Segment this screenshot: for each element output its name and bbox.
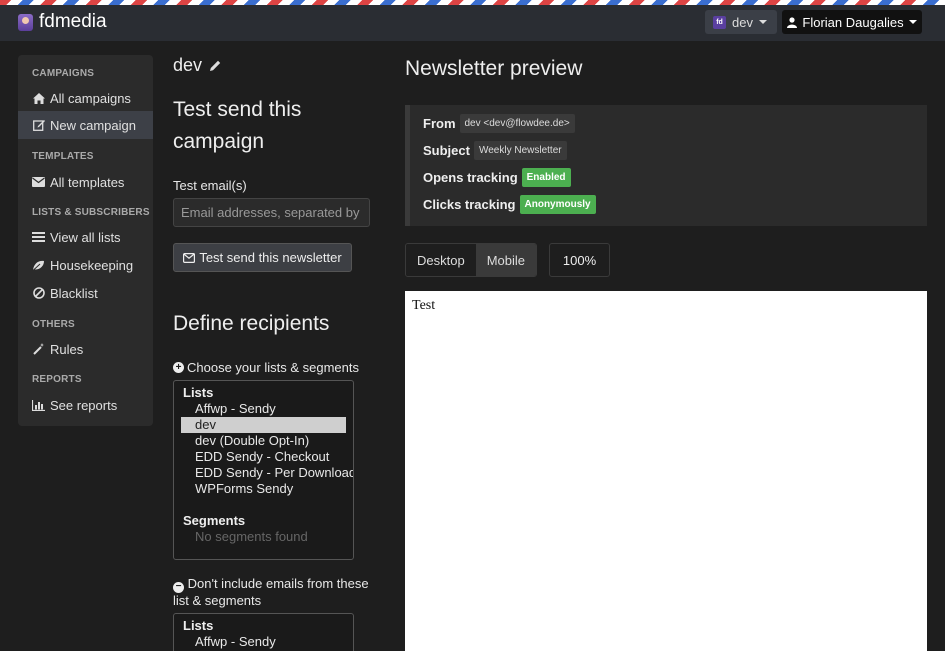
list-option-selected[interactable]: dev [181,417,346,433]
zoom-button[interactable]: 100% [549,243,610,277]
top-navbar: fdmedia fd dev Florian Daugalies [0,5,945,41]
brand-switch-dropdown[interactable]: fd dev [705,10,777,34]
exclude-lists-text: Don't include emails from these list & s… [173,576,369,608]
meta-from: From dev <dev@flowdee.de> [423,114,575,133]
sidebar-heading-campaigns: CAMPAIGNS [32,68,95,79]
list-option[interactable]: Affwp - Sendy [181,401,346,417]
sidebar-item-all-templates[interactable]: All templates [18,168,153,196]
brand-name: fdmedia [39,11,107,32]
subject-label: Subject [423,143,470,158]
sidebar-item-housekeeping[interactable]: Housekeeping [18,251,153,279]
user-menu-button[interactable]: Florian Daugalies [782,10,922,34]
optgroup-lists: Lists [183,618,214,633]
sidebar-item-all-campaigns[interactable]: All campaigns [18,84,153,112]
list-option[interactable]: dev (Double Opt-In) [181,433,346,449]
optgroup-lists: Lists [183,385,214,400]
choose-lists-text: Choose your lists & segments [187,360,359,375]
sidebar-item-label: See reports [50,397,118,413]
view-toggle-group: Desktop Mobile [405,243,537,277]
subject-value: Weekly Newsletter [473,141,567,160]
from-label: From [423,116,456,131]
sidebar: CAMPAIGNS All campaigns New campaign TEM… [18,55,153,426]
exclude-lists-label: − Don't include emails from these list &… [173,576,388,609]
test-email-label: Test email(s) [173,178,247,193]
sidebar-item-new-campaign[interactable]: New campaign [18,111,153,139]
user-icon [787,16,798,28]
include-lists-select[interactable]: Lists Affwp - Sendy dev dev (Double Opt-… [173,380,354,560]
sidebar-item-label: View all lists [50,229,121,245]
sidebar-item-rules[interactable]: Rules [18,335,153,363]
ban-icon [32,287,45,300]
envelope-icon [32,176,45,189]
newsletter-preview-frame[interactable]: Test [405,291,927,651]
campaign-title: dev [173,55,221,76]
clicks-tracking-badge: Anonymously [519,195,596,214]
newsletter-meta: From dev <dev@flowdee.de> Subject Weekly… [405,105,927,226]
sidebar-heading-reports: REPORTS [32,374,82,385]
list-option[interactable]: EDD Sendy - Per Download [181,465,353,481]
sidebar-item-label: Housekeeping [50,257,134,273]
sidebar-item-see-reports[interactable]: See reports [18,391,153,419]
mobile-view-button[interactable]: Mobile [475,244,536,276]
edit-icon [32,119,45,132]
sidebar-item-label: Blacklist [50,285,98,301]
sidebar-item-label: New campaign [50,117,136,133]
preview-heading: Newsletter preview [405,57,583,80]
home-icon [32,92,45,105]
from-value: dev <dev@flowdee.de> [459,114,575,133]
sidebar-heading-lists: LISTS & SUBSCRIBERS [32,207,150,218]
meta-opens-tracking: Opens tracking Enabled [423,168,571,187]
no-segments-text: No segments found [195,529,308,544]
opens-tracking-label: Opens tracking [423,170,518,185]
brand-logo-icon [18,13,33,31]
sidebar-heading-others: OTHERS [32,319,75,330]
choose-lists-label: + Choose your lists & segments [173,360,359,375]
bar-chart-icon [32,399,45,412]
envelope-icon [183,252,196,263]
opens-tracking-badge: Enabled [521,168,571,187]
campaign-name: dev [173,55,203,75]
brand-switch-label: dev [732,14,753,30]
exclude-lists-select[interactable]: Lists Affwp - Sendy [173,613,354,651]
brand-fd-icon: fd [713,15,726,29]
clicks-tracking-label: Clicks tracking [423,197,516,212]
brand-link[interactable]: fdmedia [18,11,107,33]
caret-down-icon [908,20,917,24]
sidebar-item-view-all-lists[interactable]: View all lists [18,223,153,251]
meta-clicks-tracking: Clicks tracking Anonymously [423,195,596,214]
sidebar-item-blacklist[interactable]: Blacklist [18,279,153,307]
user-name: Florian Daugalies [802,14,904,30]
caret-down-icon [758,20,767,24]
list-option[interactable]: WPForms Sendy [181,481,346,497]
list-option[interactable]: Affwp - Sendy [181,634,346,650]
sidebar-heading-templates: TEMPLATES [32,151,94,162]
pencil-icon[interactable] [210,55,221,76]
list-icon [32,231,45,244]
optgroup-segments: Segments [183,513,246,528]
test-email-input[interactable] [173,198,370,227]
test-send-button[interactable]: Test send this newsletter [173,243,352,272]
sidebar-item-label: Rules [50,341,84,357]
minus-circle-icon: − [173,581,184,593]
test-send-heading: Test send this campaign [173,98,302,153]
meta-subject: Subject Weekly Newsletter [423,141,567,160]
sidebar-item-label: All campaigns [50,90,131,106]
preview-body-text: Test [412,298,436,313]
leaf-icon [32,259,45,272]
sidebar-item-label: All templates [50,174,125,190]
define-recipients-heading: Define recipients [173,312,330,335]
desktop-view-button[interactable]: Desktop [406,244,476,276]
list-option[interactable]: EDD Sendy - Checkout [181,449,346,465]
magic-wand-icon [32,343,45,356]
plus-circle-icon: + [173,362,184,373]
test-send-button-label: Test send this newsletter [199,250,342,265]
